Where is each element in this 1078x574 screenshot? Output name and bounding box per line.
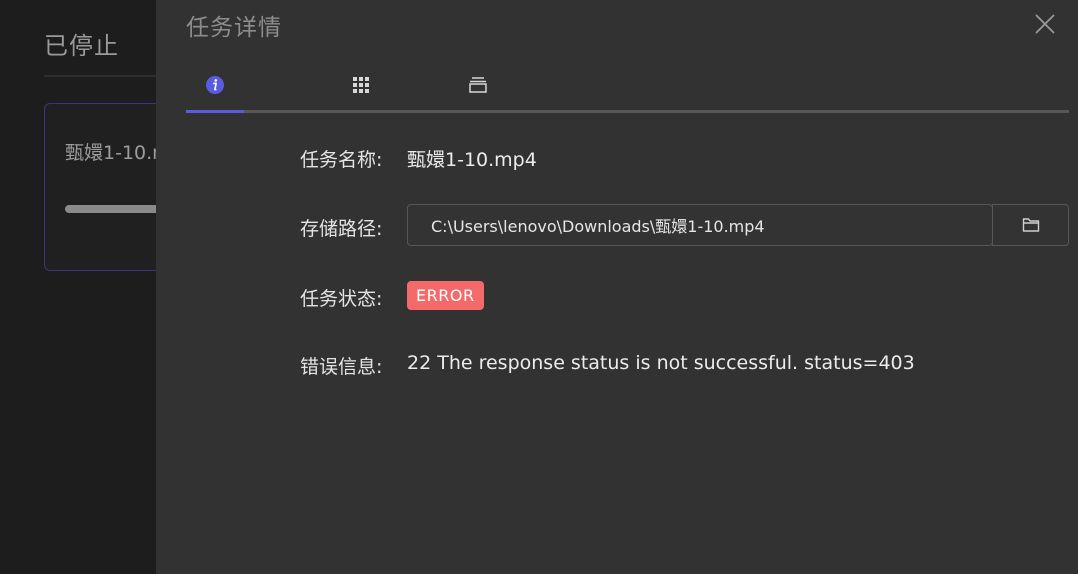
close-button[interactable] bbox=[1033, 12, 1057, 36]
tab-files[interactable] bbox=[458, 72, 498, 98]
folder-icon bbox=[1022, 218, 1039, 232]
grid-icon bbox=[353, 77, 369, 93]
tab-blocks[interactable] bbox=[341, 72, 381, 98]
task-name-value: 甄嬛1-10.mp4 bbox=[407, 149, 537, 171]
task-status-label: 任务状态: bbox=[300, 288, 383, 310]
tabs-underline bbox=[186, 110, 1069, 113]
tab-info[interactable] bbox=[195, 72, 235, 98]
drawer-title: 任务详情 bbox=[186, 15, 282, 41]
section-title: 已停止 bbox=[44, 32, 119, 60]
task-detail-drawer: 任务详情 任务名称: 甄嬛1-10.mp4 存储路径: C:\Users\len… bbox=[156, 0, 1078, 574]
close-icon bbox=[1035, 14, 1055, 34]
info-icon bbox=[206, 76, 224, 94]
error-info-label: 错误信息: bbox=[300, 356, 383, 378]
task-name-label: 任务名称: bbox=[300, 149, 383, 171]
storage-path-input[interactable] bbox=[407, 204, 993, 246]
status-badge: ERROR bbox=[407, 281, 484, 310]
detail-tabs bbox=[186, 62, 1069, 114]
active-tab-indicator bbox=[186, 110, 244, 113]
open-folder-button[interactable] bbox=[992, 204, 1069, 246]
storage-path-label: 存储路径: bbox=[300, 218, 383, 240]
error-info-value: 22 The response status is not successful… bbox=[407, 352, 915, 374]
layers-icon bbox=[469, 77, 487, 93]
